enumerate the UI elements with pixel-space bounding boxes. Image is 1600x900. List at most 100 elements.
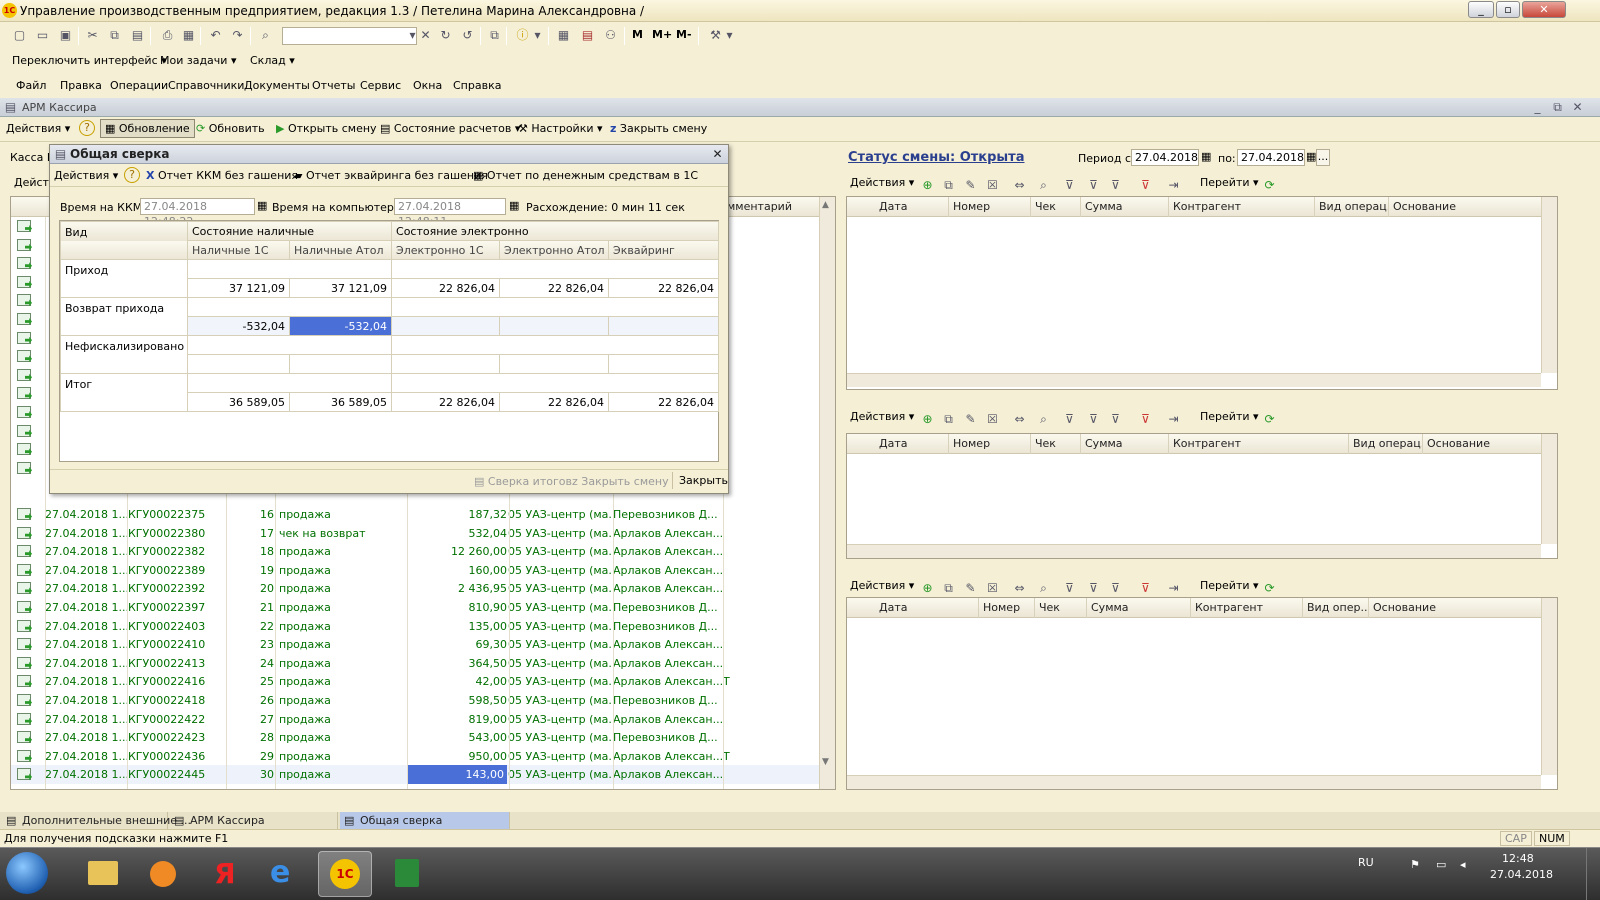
table-row[interactable]: 27.04.2018 1... КГУ00022403 22 продажа 135,0… — [11, 617, 819, 636]
total-electronic-1c[interactable]: 22 826,04 — [391, 392, 501, 412]
total-cash-atol[interactable]: 36 589,05 — [288, 392, 393, 412]
close-window-button[interactable]: ✕ — [1522, 1, 1566, 18]
calendar-icon[interactable]: ▤ — [580, 28, 595, 43]
kkm-time-field[interactable]: 27.04.2018 12:48:22 — [140, 198, 255, 228]
unfiscal-acquiring[interactable] — [608, 354, 720, 374]
grid2-optype-header[interactable]: Вид операц... — [1349, 434, 1423, 454]
grid2-vertical-scrollbar[interactable] — [1541, 434, 1557, 544]
pc-calendar-icon[interactable]: ▦ — [509, 199, 519, 212]
table-row[interactable]: 27.04.2018 1... КГУ00022392 20 продажа 2 436… — [11, 579, 819, 598]
tab-general-reconciliation[interactable]: ▤ Общая сверка — [340, 812, 510, 829]
mdi-minimize-icon[interactable]: _ — [1530, 100, 1545, 115]
save-icon[interactable]: ▣ — [58, 28, 73, 43]
grid3-optype-header[interactable]: Вид опер... — [1303, 598, 1369, 618]
volume-icon[interactable]: ◂ — [1460, 858, 1466, 871]
grid1-basis-header[interactable]: Основание — [1389, 197, 1541, 217]
find-next-icon[interactable]: ↻ — [438, 28, 453, 43]
delete-icon[interactable]: ☒ — [985, 412, 1000, 427]
add-icon[interactable]: ⊕ — [920, 581, 935, 596]
money-report-button[interactable]: ▦ Отчет по денежным средствам в 1С — [473, 169, 698, 182]
calendar-to-icon[interactable]: ▦ — [1306, 150, 1316, 163]
grid2-sum-header[interactable]: Сумма — [1081, 434, 1169, 454]
grid3-horizontal-scrollbar[interactable] — [847, 775, 1541, 789]
menu-help[interactable]: Справка — [453, 79, 501, 92]
grid3-vertical-scrollbar[interactable] — [1541, 598, 1557, 775]
menu-documents[interactable]: Документы — [244, 79, 310, 92]
period-from-input[interactable]: 27.04.2018 — [1131, 149, 1199, 166]
add-icon[interactable]: ⊕ — [920, 412, 935, 427]
info-dropdown-icon[interactable]: ▾ — [530, 28, 545, 43]
grid3-contractor-header[interactable]: Контрагент — [1191, 598, 1303, 618]
export-icon[interactable]: ⇥ — [1166, 581, 1181, 596]
filter-list-icon[interactable]: ⊽ — [1108, 412, 1123, 427]
grid3-basis-header[interactable]: Основание — [1369, 598, 1541, 618]
filter-icon[interactable]: ⊽ — [1062, 581, 1077, 596]
table-row[interactable]: 27.04.2018 1... КГУ00022413 24 продажа 364,5… — [11, 654, 819, 673]
tab-arm-kassira[interactable]: ▤ АРМ Кассира — [170, 812, 338, 829]
dialog-help-icon[interactable]: ? — [124, 167, 140, 183]
clear-filter-icon[interactable]: ⊽ — [1138, 581, 1153, 596]
grid1-number-header[interactable]: Номер — [949, 197, 1031, 217]
grid1-date-header[interactable]: Дата — [875, 197, 949, 217]
action-center-icon[interactable]: ▭ — [1436, 858, 1446, 871]
mdi-restore-icon[interactable]: ⧉ — [1550, 100, 1565, 115]
dialog-actions-button[interactable]: Действия ▾ — [54, 169, 118, 182]
find-prev-icon[interactable]: ↺ — [460, 28, 475, 43]
export-icon[interactable]: ⇥ — [1166, 178, 1181, 193]
menu-operations[interactable]: Операции — [110, 79, 168, 92]
clear-filter-icon[interactable]: ⊽ — [1138, 412, 1153, 427]
minimize-button[interactable]: _ — [1468, 1, 1494, 18]
help-button[interactable]: ? — [79, 120, 95, 136]
delete-icon[interactable]: ☒ — [985, 178, 1000, 193]
unfiscal-cash-1c[interactable] — [187, 354, 290, 374]
clear-filter-icon[interactable]: ⊽ — [1138, 178, 1153, 193]
grid1-goto-button[interactable]: Перейти ▾ — [1200, 176, 1259, 189]
unfiscal-cash-atol[interactable] — [288, 354, 393, 374]
grid1-sum-header[interactable]: Сумма — [1081, 197, 1169, 217]
grid3-refresh-icon[interactable]: ⟳ — [1262, 581, 1277, 596]
network-icon[interactable]: ⚑ — [1410, 858, 1420, 871]
update-mode-toggle[interactable]: ▦ Обновление — [100, 119, 195, 138]
filter-list-icon[interactable]: ⊽ — [1108, 178, 1123, 193]
1c-taskbar-icon[interactable]: 1С — [318, 851, 372, 897]
memory-button[interactable]: M — [632, 28, 643, 41]
maximize-button[interactable]: ▫ — [1496, 1, 1520, 18]
grid2-horizontal-scrollbar[interactable] — [847, 544, 1541, 558]
search-icon[interactable]: ⌕ — [258, 28, 273, 43]
grid3-date-header[interactable]: Дата — [875, 598, 979, 618]
open-shift-button[interactable]: ▶ Открыть смену — [276, 122, 377, 135]
explorer-icon[interactable] — [76, 851, 130, 897]
grid1-vertical-scrollbar[interactable] — [1541, 197, 1557, 373]
filter-icon[interactable]: ⊽ — [1062, 178, 1077, 193]
paste-icon[interactable]: ▤ — [130, 28, 145, 43]
table-row[interactable]: 27.04.2018 1... КГУ00022422 27 продажа 819,0… — [11, 710, 819, 729]
clear-search-icon[interactable]: ✕ — [418, 28, 433, 43]
grid1-check-header[interactable]: Чек — [1031, 197, 1081, 217]
grid2-goto-button[interactable]: Перейти ▾ — [1200, 410, 1259, 423]
grid3-sum-header[interactable]: Сумма — [1087, 598, 1191, 618]
new-document-icon[interactable]: ▢ — [12, 28, 27, 43]
grid3-check-header[interactable]: Чек — [1035, 598, 1087, 618]
print-preview-icon[interactable]: ▦ — [181, 28, 196, 43]
start-button-icon[interactable] — [6, 852, 48, 894]
dialog-close-shift-button[interactable]: z Закрыть смену — [572, 475, 669, 488]
clock-date[interactable]: 27.04.2018 — [1490, 868, 1553, 881]
dialog-close-icon[interactable]: ✕ — [710, 147, 725, 162]
grid3-number-header[interactable]: Номер — [979, 598, 1035, 618]
hierarchy-icon[interactable]: ⇔ — [1012, 178, 1027, 193]
kkm-calendar-icon[interactable]: ▦ — [257, 199, 267, 212]
dialog-close-button[interactable]: Закрыть — [672, 472, 734, 489]
kkm-report-button[interactable]: X Отчет ККМ без гашения — [146, 169, 298, 182]
grid3-goto-button[interactable]: Перейти ▾ — [1200, 579, 1259, 592]
grid2-basis-header[interactable]: Основание — [1423, 434, 1541, 454]
grid1-optype-header[interactable]: Вид операц... — [1315, 197, 1389, 217]
pc-time-field[interactable]: 27.04.2018 12:48:11 — [394, 198, 506, 228]
period-to-input[interactable]: 27.04.2018 — [1237, 149, 1305, 166]
grid1-contractor-header[interactable]: Контрагент — [1169, 197, 1315, 217]
tools-dropdown-icon[interactable]: ▾ — [722, 28, 737, 43]
add-icon[interactable]: ⊕ — [920, 178, 935, 193]
return-cash-atol[interactable]: -532,04 — [288, 316, 393, 336]
filter-value-icon[interactable]: ⊽ — [1086, 178, 1101, 193]
documents-vertical-scrollbar[interactable]: ▲ ▼ — [819, 197, 835, 789]
clock-time[interactable]: 12:48 — [1502, 852, 1534, 865]
